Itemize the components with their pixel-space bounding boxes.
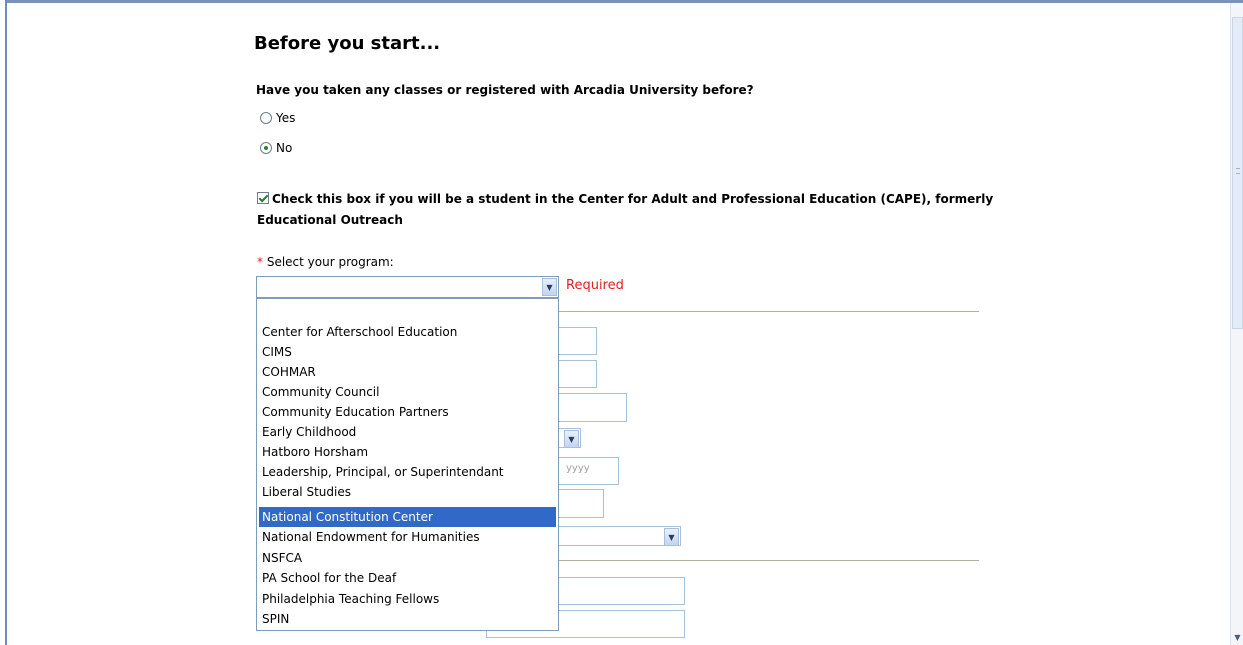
radio-yes[interactable]: Yes bbox=[260, 110, 295, 126]
dropdown-option[interactable]: NSFCA bbox=[259, 548, 556, 568]
window-left-border bbox=[0, 0, 7, 645]
radio-yes-label: Yes bbox=[276, 111, 296, 125]
radio-no[interactable]: No bbox=[260, 140, 292, 156]
required-asterisk: * bbox=[257, 255, 263, 269]
dropdown-option[interactable]: PA School for the Deaf bbox=[259, 568, 556, 588]
scrollbar-thumb[interactable] bbox=[1232, 17, 1243, 329]
dropdown-option[interactable] bbox=[259, 302, 556, 322]
cape-checkbox-row[interactable]: Check this box if you will be a student … bbox=[257, 189, 1017, 231]
chevron-down-icon[interactable]: ▼ bbox=[542, 278, 557, 296]
dropdown-option[interactable]: Liberal Studies bbox=[259, 482, 556, 502]
cape-checkbox-label: Check this box if you will be a student … bbox=[257, 192, 994, 227]
radio-no-label: No bbox=[276, 141, 293, 155]
dropdown-option-highlighted[interactable]: National Constitution Center bbox=[259, 507, 556, 527]
dropdown-option[interactable]: COHMAR bbox=[259, 362, 556, 382]
program-required-message: Required bbox=[566, 278, 624, 293]
radio-no-circle[interactable] bbox=[260, 142, 272, 154]
dropdown-option[interactable]: Hatboro Horsham bbox=[259, 442, 556, 462]
vertical-scrollbar[interactable]: ▼ bbox=[1230, 3, 1243, 645]
program-dropdown-list[interactable]: Center for Afterschool Education CIMS CO… bbox=[256, 298, 559, 631]
radio-yes-circle[interactable] bbox=[260, 112, 272, 124]
year-placeholder: yyyy bbox=[566, 463, 590, 474]
dropdown-option[interactable]: SPIN bbox=[259, 609, 556, 629]
grip-icon bbox=[1236, 168, 1240, 174]
program-select[interactable]: ▼ bbox=[256, 276, 559, 298]
dropdown-option[interactable]: Community Council bbox=[259, 382, 556, 402]
dropdown-option[interactable]: Leadership, Principal, or Superintendant bbox=[259, 462, 556, 482]
arrow-down-icon[interactable]: ▼ bbox=[1232, 632, 1243, 643]
cape-checkbox[interactable] bbox=[257, 192, 269, 204]
prior-registration-question: Have you taken any classes or registered… bbox=[256, 83, 754, 97]
dropdown-option[interactable]: CIMS bbox=[259, 342, 556, 362]
program-label: * Select your program: bbox=[257, 255, 394, 269]
dropdown-option[interactable]: Center for Afterschool Education bbox=[259, 322, 556, 342]
dropdown-option[interactable]: Community Education Partners bbox=[259, 402, 556, 422]
chevron-down-icon[interactable]: ▼ bbox=[664, 528, 679, 546]
program-label-text: Select your program: bbox=[266, 255, 394, 269]
page-title: Before you start... bbox=[254, 33, 441, 54]
dropdown-option[interactable]: Early Childhood bbox=[259, 422, 556, 442]
dropdown-option[interactable]: National Endowment for Humanities bbox=[259, 527, 556, 547]
dropdown-option[interactable]: Philadelphia Teaching Fellows bbox=[259, 589, 556, 609]
chevron-down-icon[interactable]: ▼ bbox=[564, 430, 579, 448]
window-top-border bbox=[0, 0, 1243, 3]
